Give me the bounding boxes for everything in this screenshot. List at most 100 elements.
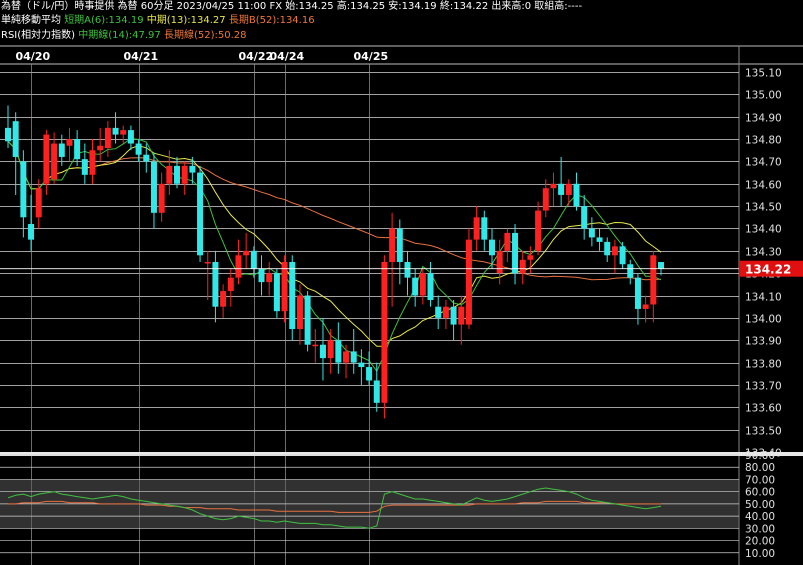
candle-body — [181, 165, 188, 184]
candle-body — [519, 259, 526, 274]
candle-body — [335, 340, 342, 363]
price-tick-label: 134.30 — [745, 247, 782, 259]
candle-body — [35, 188, 42, 218]
rsi-tick-label: 50.00 — [745, 499, 775, 511]
price-tick-label: 134.60 — [745, 180, 782, 192]
candle-body — [5, 127, 11, 142]
date-label: 04/21 — [124, 50, 159, 63]
candle-body — [650, 255, 657, 305]
candle-body — [435, 306, 442, 318]
candle-body — [166, 165, 173, 184]
candle-body — [51, 143, 58, 180]
candle-body — [74, 139, 81, 160]
price-tick-label: 134.50 — [745, 202, 782, 214]
candle-body — [565, 183, 572, 195]
candle-body — [319, 344, 326, 359]
rsi-tick-label: 80.00 — [745, 462, 775, 474]
ma-long-line — [7, 140, 662, 281]
candle-body — [66, 139, 73, 146]
candle-body — [104, 127, 111, 148]
candle-body — [581, 206, 588, 229]
candle-body — [550, 183, 557, 189]
candle-body — [112, 127, 119, 135]
candle-body — [304, 295, 311, 345]
price-tick-label: 134.80 — [745, 135, 782, 147]
candle-body — [396, 228, 403, 262]
candle-body — [20, 161, 27, 218]
candle-body — [450, 306, 457, 325]
rsi-tick-label: 90.00 — [745, 450, 775, 462]
candle-body — [127, 130, 134, 144]
price-tick-label: 134.70 — [745, 157, 782, 169]
price-tick-label: 133.70 — [745, 381, 782, 393]
candle-body — [281, 262, 288, 312]
price-tick-label: 135.10 — [745, 68, 782, 80]
price-tick-label: 134.00 — [745, 314, 782, 326]
candle-body — [266, 273, 273, 283]
candle-body — [658, 262, 664, 269]
candle-body — [412, 277, 419, 296]
candle-body — [243, 250, 250, 256]
candlestick-chart[interactable]: 135.10 135.00 134.90 134.80 134.70 134.60 134.… — [0, 0, 803, 565]
candle-body — [189, 165, 196, 173]
candle-body — [158, 183, 165, 213]
candle-body — [358, 362, 365, 368]
ma-short-line — [7, 138, 662, 373]
candle-body — [512, 232, 519, 274]
candle-body — [174, 165, 181, 184]
rsi-tick-label: 60.00 — [745, 487, 775, 499]
price-tick-label: 133.90 — [745, 336, 782, 348]
candle-body — [258, 268, 265, 283]
candle-body — [473, 217, 480, 240]
ma-mid-line — [7, 140, 662, 347]
candle-body — [588, 228, 595, 238]
candle-body — [135, 143, 142, 155]
candle-body — [381, 262, 388, 403]
candle-body — [573, 183, 580, 207]
candle-body — [389, 228, 396, 262]
candle-body — [527, 255, 534, 260]
candle-body — [419, 273, 426, 296]
rsi-tick-label: 30.00 — [745, 523, 775, 535]
candle-body — [250, 250, 257, 269]
candle-body — [343, 351, 350, 363]
candle-body — [58, 143, 65, 157]
candle-body — [220, 291, 227, 307]
date-label: 04/25 — [354, 50, 389, 63]
candle-body — [43, 134, 50, 184]
candle-body — [350, 351, 357, 363]
candle-body — [596, 237, 603, 242]
candle-body — [488, 239, 495, 256]
price-tick-label: 135.00 — [745, 90, 782, 102]
candle-body — [504, 232, 511, 251]
panel-separator — [0, 452, 803, 456]
candle-body — [235, 255, 242, 278]
candle-body — [150, 161, 157, 213]
candle-body — [327, 340, 334, 359]
candle-body — [496, 250, 503, 274]
candle-body — [12, 121, 19, 157]
candle-body — [373, 380, 380, 403]
price-tick-label: 133.80 — [745, 359, 782, 371]
candle-body — [143, 154, 150, 162]
candle-body — [81, 159, 88, 175]
candle-body — [404, 262, 411, 278]
date-label: 04/20 — [16, 50, 51, 63]
candle-body — [642, 304, 649, 309]
candle-body — [197, 172, 204, 256]
price-tick-label: 134.10 — [745, 292, 782, 304]
candle-body — [227, 277, 234, 292]
current-price-label: 134.22 — [745, 263, 791, 277]
rsi-tick-label: 20.00 — [745, 536, 775, 548]
date-label: 04/22 — [239, 50, 274, 63]
candle-body — [427, 273, 434, 300]
price-tick-label: 133.60 — [745, 403, 782, 415]
candle-body — [611, 246, 618, 256]
candle-body — [97, 145, 104, 151]
price-tick-label: 134.40 — [745, 224, 782, 236]
date-label: 04/24 — [270, 50, 305, 63]
candle-body — [312, 344, 319, 347]
candle-body — [458, 306, 465, 325]
candle-body — [204, 262, 211, 264]
candle-body — [634, 277, 641, 309]
